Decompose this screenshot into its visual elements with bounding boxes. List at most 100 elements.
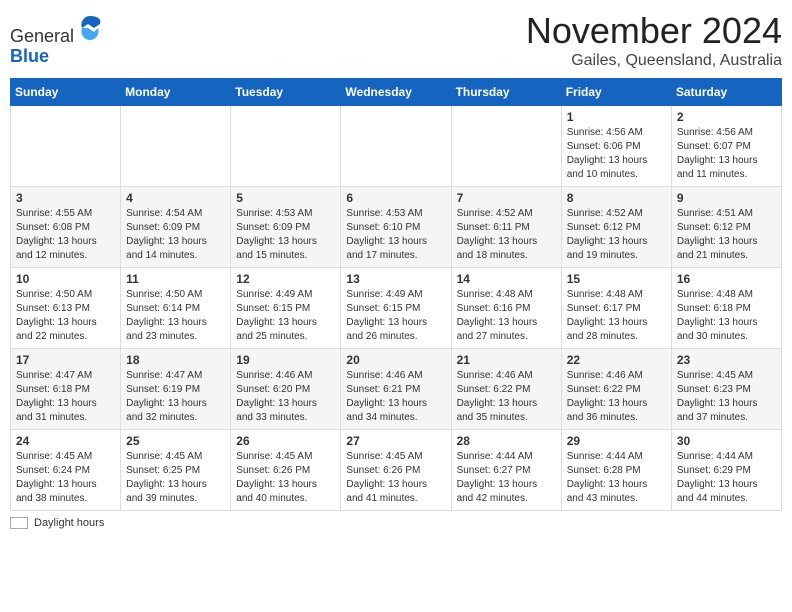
legend-box xyxy=(10,517,28,529)
calendar-week-row: 10 Sunrise: 4:50 AM Sunset: 6:13 PM Dayli… xyxy=(11,268,782,349)
calendar-body: 1 Sunrise: 4:56 AM Sunset: 6:06 PM Daylig… xyxy=(11,106,782,511)
day-info: Sunrise: 4:46 AM Sunset: 6:20 PM Dayligh… xyxy=(236,369,335,425)
weekday-header-cell: Tuesday xyxy=(231,79,341,106)
day-info: Sunrise: 4:46 AM Sunset: 6:22 PM Dayligh… xyxy=(457,369,556,425)
day-number: 9 xyxy=(677,191,776,205)
day-info: Sunrise: 4:46 AM Sunset: 6:21 PM Dayligh… xyxy=(346,369,445,425)
calendar-day-cell: 29Sunrise: 4:44 AM Sunset: 6:28 PM Dayli… xyxy=(561,430,671,511)
day-number: 21 xyxy=(457,353,556,367)
logo-icon xyxy=(76,14,104,42)
calendar-day-cell: 19Sunrise: 4:46 AM Sunset: 6:20 PM Dayli… xyxy=(231,349,341,430)
day-info: Sunrise: 4:56 AM Sunset: 6:07 PM Dayligh… xyxy=(677,126,776,182)
calendar-day-cell: 16 Sunrise: 4:48 AM Sunset: 6:18 PM Dayli… xyxy=(671,268,781,349)
calendar-day-cell: 20 Sunrise: 4:46 AM Sunset: 6:21 PM Dayli… xyxy=(341,349,451,430)
day-info: Sunrise: 4:45 AM Sunset: 6:24 PM Dayligh… xyxy=(16,450,115,506)
day-number: 10 xyxy=(16,272,115,286)
day-number: 8 xyxy=(567,191,666,205)
calendar-day-cell: 18Sunrise: 4:47 AM Sunset: 6:19 PM Dayli… xyxy=(121,349,231,430)
day-info: Sunrise: 4:48 AM Sunset: 6:17 PM Dayligh… xyxy=(567,288,666,344)
day-number: 15 xyxy=(567,272,666,286)
day-number: 7 xyxy=(457,191,556,205)
calendar-day-cell: 17Sunrise: 4:47 AM Sunset: 6:18 PM Dayli… xyxy=(11,349,121,430)
calendar-day-cell: 13 Sunrise: 4:49 AM Sunset: 6:15 PM Dayli… xyxy=(341,268,451,349)
day-info: Sunrise: 4:47 AM Sunset: 6:18 PM Dayligh… xyxy=(16,369,115,425)
day-number: 6 xyxy=(346,191,445,205)
day-info: Sunrise: 4:45 AM Sunset: 6:25 PM Dayligh… xyxy=(126,450,225,506)
calendar-day-cell: 2 Sunrise: 4:56 AM Sunset: 6:07 PM Daylig… xyxy=(671,106,781,187)
day-info: Sunrise: 4:52 AM Sunset: 6:12 PM Dayligh… xyxy=(567,207,666,263)
day-info: Sunrise: 4:56 AM Sunset: 6:06 PM Dayligh… xyxy=(567,126,666,182)
day-number: 16 xyxy=(677,272,776,286)
day-number: 13 xyxy=(346,272,445,286)
day-number: 14 xyxy=(457,272,556,286)
calendar-day-cell xyxy=(231,106,341,187)
day-number: 2 xyxy=(677,110,776,124)
weekday-header-cell: Wednesday xyxy=(341,79,451,106)
day-info: Sunrise: 4:45 AM Sunset: 6:23 PM Dayligh… xyxy=(677,369,776,425)
day-number: 28 xyxy=(457,434,556,448)
calendar-day-cell xyxy=(121,106,231,187)
subtitle: Gailes, Queensland, Australia xyxy=(526,52,782,70)
day-number: 22 xyxy=(567,353,666,367)
day-number: 30 xyxy=(677,434,776,448)
calendar-week-row: 17Sunrise: 4:47 AM Sunset: 6:18 PM Dayli… xyxy=(11,349,782,430)
day-number: 27 xyxy=(346,434,445,448)
calendar-day-cell: 22 Sunrise: 4:46 AM Sunset: 6:22 PM Dayli… xyxy=(561,349,671,430)
calendar-week-row: 1 Sunrise: 4:56 AM Sunset: 6:06 PM Daylig… xyxy=(11,106,782,187)
logo-general-text: General xyxy=(10,26,74,46)
day-info: Sunrise: 4:44 AM Sunset: 6:29 PM Dayligh… xyxy=(677,450,776,506)
weekday-header-cell: Friday xyxy=(561,79,671,106)
day-info: Sunrise: 4:50 AM Sunset: 6:14 PM Dayligh… xyxy=(126,288,225,344)
day-info: Sunrise: 4:53 AM Sunset: 6:10 PM Dayligh… xyxy=(346,207,445,263)
calendar-day-cell xyxy=(11,106,121,187)
day-info: Sunrise: 4:55 AM Sunset: 6:08 PM Dayligh… xyxy=(16,207,115,263)
day-number: 18 xyxy=(126,353,225,367)
calendar-day-cell: 9 Sunrise: 4:51 AM Sunset: 6:12 PM Daylig… xyxy=(671,187,781,268)
calendar-day-cell: 4Sunrise: 4:54 AM Sunset: 6:09 PM Daylig… xyxy=(121,187,231,268)
calendar-day-cell: 3 Sunrise: 4:55 AM Sunset: 6:08 PM Daylig… xyxy=(11,187,121,268)
day-info: Sunrise: 4:51 AM Sunset: 6:12 PM Dayligh… xyxy=(677,207,776,263)
day-info: Sunrise: 4:44 AM Sunset: 6:27 PM Dayligh… xyxy=(457,450,556,506)
calendar-day-cell: 24 Sunrise: 4:45 AM Sunset: 6:24 PM Dayli… xyxy=(11,430,121,511)
day-info: Sunrise: 4:50 AM Sunset: 6:13 PM Dayligh… xyxy=(16,288,115,344)
legend-area: Daylight hours xyxy=(10,517,782,529)
day-number: 23 xyxy=(677,353,776,367)
legend-label: Daylight hours xyxy=(34,517,104,529)
day-info: Sunrise: 4:52 AM Sunset: 6:11 PM Dayligh… xyxy=(457,207,556,263)
calendar: SundayMondayTuesdayWednesdayThursdayFrid… xyxy=(10,78,782,511)
calendar-day-cell: 8 Sunrise: 4:52 AM Sunset: 6:12 PM Daylig… xyxy=(561,187,671,268)
day-info: Sunrise: 4:53 AM Sunset: 6:09 PM Dayligh… xyxy=(236,207,335,263)
day-number: 5 xyxy=(236,191,335,205)
weekday-header-cell: Thursday xyxy=(451,79,561,106)
calendar-day-cell xyxy=(451,106,561,187)
calendar-day-cell: 12Sunrise: 4:49 AM Sunset: 6:15 PM Dayli… xyxy=(231,268,341,349)
day-info: Sunrise: 4:48 AM Sunset: 6:18 PM Dayligh… xyxy=(677,288,776,344)
day-number: 3 xyxy=(16,191,115,205)
weekday-header-cell: Saturday xyxy=(671,79,781,106)
calendar-day-cell: 27Sunrise: 4:45 AM Sunset: 6:26 PM Dayli… xyxy=(341,430,451,511)
calendar-day-cell: 11 Sunrise: 4:50 AM Sunset: 6:14 PM Dayli… xyxy=(121,268,231,349)
calendar-day-cell: 28 Sunrise: 4:44 AM Sunset: 6:27 PM Dayli… xyxy=(451,430,561,511)
day-info: Sunrise: 4:44 AM Sunset: 6:28 PM Dayligh… xyxy=(567,450,666,506)
weekday-header-cell: Sunday xyxy=(11,79,121,106)
calendar-day-cell: 1 Sunrise: 4:56 AM Sunset: 6:06 PM Daylig… xyxy=(561,106,671,187)
day-number: 1 xyxy=(567,110,666,124)
calendar-day-cell: 23 Sunrise: 4:45 AM Sunset: 6:23 PM Dayli… xyxy=(671,349,781,430)
day-info: Sunrise: 4:49 AM Sunset: 6:15 PM Dayligh… xyxy=(346,288,445,344)
day-info: Sunrise: 4:46 AM Sunset: 6:22 PM Dayligh… xyxy=(567,369,666,425)
weekday-header-cell: Monday xyxy=(121,79,231,106)
day-info: Sunrise: 4:48 AM Sunset: 6:16 PM Dayligh… xyxy=(457,288,556,344)
day-info: Sunrise: 4:54 AM Sunset: 6:09 PM Dayligh… xyxy=(126,207,225,263)
day-number: 11 xyxy=(126,272,225,286)
day-number: 24 xyxy=(16,434,115,448)
calendar-day-cell: 30 Sunrise: 4:44 AM Sunset: 6:29 PM Dayli… xyxy=(671,430,781,511)
logo: General Blue xyxy=(10,14,104,67)
logo-blue-text: Blue xyxy=(10,46,49,66)
calendar-day-cell: 5 Sunrise: 4:53 AM Sunset: 6:09 PM Daylig… xyxy=(231,187,341,268)
day-number: 20 xyxy=(346,353,445,367)
day-number: 25 xyxy=(126,434,225,448)
weekday-header-row: SundayMondayTuesdayWednesdayThursdayFrid… xyxy=(11,79,782,106)
calendar-day-cell: 10 Sunrise: 4:50 AM Sunset: 6:13 PM Dayli… xyxy=(11,268,121,349)
calendar-day-cell xyxy=(341,106,451,187)
calendar-week-row: 3 Sunrise: 4:55 AM Sunset: 6:08 PM Daylig… xyxy=(11,187,782,268)
